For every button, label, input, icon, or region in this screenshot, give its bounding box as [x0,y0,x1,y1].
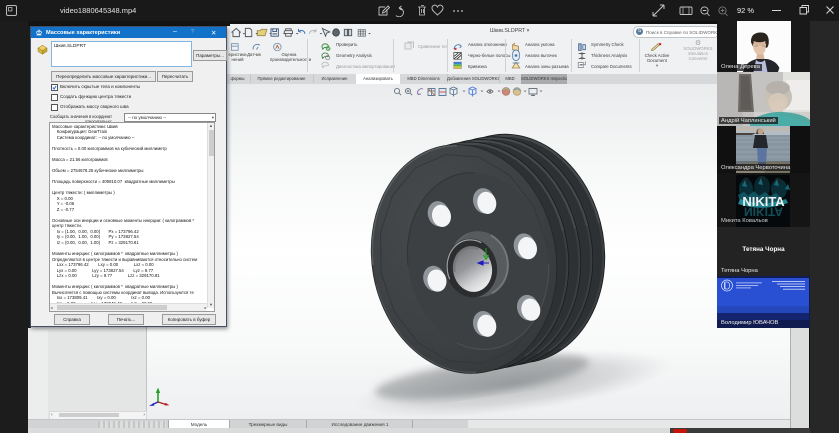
svg-text:NIKITA: NIKITA [744,205,783,219]
